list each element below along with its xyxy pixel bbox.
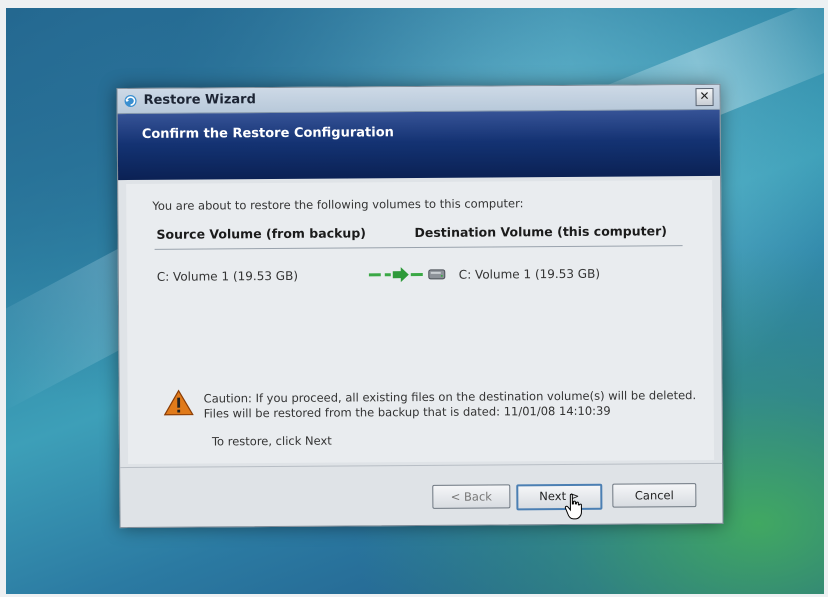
warning-icon — [163, 389, 194, 416]
close-icon[interactable]: ✕ — [695, 87, 714, 107]
arrow-icon — [368, 267, 446, 283]
destination-column-header: Destination Volume (this computer) — [414, 223, 668, 241]
next-button[interactable]: Next > — [516, 483, 603, 511]
page-title: Confirm the Restore Configuration — [141, 125, 394, 142]
restore-wizard-dialog: Restore Wizard ✕ Confirm the Restore Con… — [116, 83, 724, 529]
mouse-cursor-icon — [564, 493, 582, 520]
window-title: Restore Wizard — [143, 92, 256, 108]
footer-divider — [120, 462, 723, 469]
destination-volume: C: Volume 1 (19.53 GB) — [458, 266, 601, 282]
restore-wizard-icon — [124, 95, 137, 108]
restore-hint: To restore, click Next — [211, 433, 332, 449]
intro-text: You are about to restore the following v… — [152, 196, 524, 213]
source-column-header: Source Volume (from backup) — [156, 225, 367, 242]
hard-drive-icon — [428, 269, 446, 280]
header-banner: Confirm the Restore Configuration — [117, 109, 721, 181]
source-volume: C: Volume 1 (19.53 GB) — [156, 268, 299, 284]
cancel-button[interactable]: Cancel — [612, 483, 697, 508]
backup-date-text: Files will be restored from the backup t… — [203, 403, 611, 421]
back-button[interactable]: < Back — [432, 484, 511, 509]
